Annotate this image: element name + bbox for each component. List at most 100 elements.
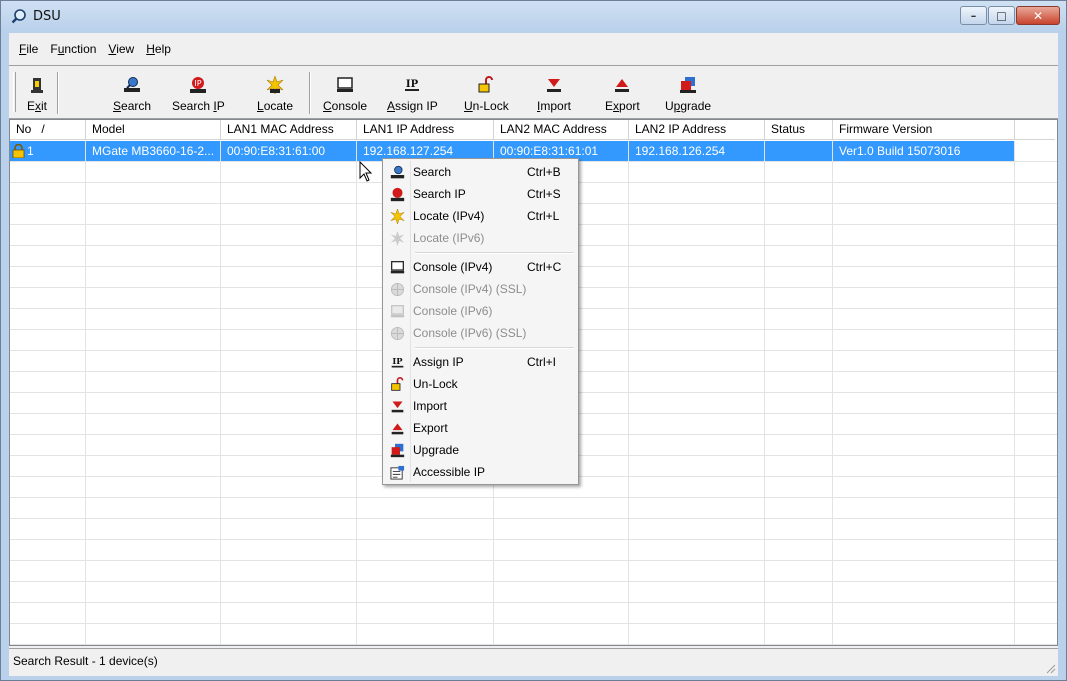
empty-cell	[1015, 225, 1055, 245]
context-item-upgrade[interactable]: Upgrade	[385, 439, 576, 461]
upgrade-icon	[678, 74, 698, 96]
empty-cell	[10, 204, 86, 224]
unlock-button[interactable]: Un-Lock	[464, 70, 509, 116]
empty-cell	[10, 624, 86, 644]
import-icon	[389, 398, 405, 414]
empty-cell	[10, 603, 86, 623]
mouse-cursor-icon	[359, 161, 373, 182]
empty-cell	[765, 624, 833, 644]
resize-grip-icon[interactable]	[1044, 662, 1056, 674]
empty-cell	[833, 414, 1015, 434]
svg-text:IP: IP	[406, 79, 419, 90]
context-item-search-ip[interactable]: Search IP Ctrl+S	[385, 183, 576, 205]
empty-cell	[1015, 498, 1055, 518]
exit-button[interactable]: Exit	[27, 70, 47, 116]
toolbar-separator	[57, 72, 59, 114]
empty-cell	[357, 624, 494, 644]
empty-row	[10, 561, 1057, 582]
column-header-firmware[interactable]: Firmware Version	[833, 120, 1015, 140]
context-item-unlock[interactable]: Un-Lock	[385, 373, 576, 395]
cell-firmware: Ver1.0 Build 15073016	[833, 141, 1015, 161]
empty-cell	[765, 267, 833, 287]
empty-cell	[629, 540, 765, 560]
empty-cell	[10, 246, 86, 266]
context-item-locate-ipv4[interactable]: Locate (IPv4) Ctrl+L	[385, 205, 576, 227]
empty-cell	[629, 414, 765, 434]
title-bar[interactable]: DSU – □ ✕	[1, 1, 1066, 33]
close-button[interactable]: ✕	[1016, 6, 1060, 25]
empty-cell	[833, 372, 1015, 392]
empty-cell	[629, 624, 765, 644]
empty-cell	[221, 162, 357, 182]
empty-cell	[357, 498, 494, 518]
empty-cell	[765, 162, 833, 182]
empty-cell	[494, 498, 629, 518]
menu-view[interactable]: View	[102, 42, 140, 56]
empty-cell	[1015, 309, 1055, 329]
empty-cell	[1015, 603, 1055, 623]
console-icon	[389, 303, 405, 319]
context-item-import[interactable]: Import	[385, 395, 576, 417]
menu-help[interactable]: Help	[140, 42, 177, 56]
empty-cell	[357, 540, 494, 560]
context-item-accessible-ip[interactable]: Accessible IP	[385, 461, 576, 483]
unlock-label: Un-Lock	[464, 99, 509, 113]
search-ip-button[interactable]: IP Search IP	[172, 70, 225, 116]
empty-cell	[833, 624, 1015, 644]
upgrade-icon	[389, 442, 405, 458]
minimize-button[interactable]: –	[960, 6, 987, 25]
export-icon	[612, 74, 632, 96]
maximize-button[interactable]: □	[988, 6, 1015, 25]
empty-cell	[86, 624, 221, 644]
empty-cell	[86, 204, 221, 224]
context-item-export[interactable]: Export	[385, 417, 576, 439]
context-item-search[interactable]: Search Ctrl+B	[385, 161, 576, 183]
search-button[interactable]: Search	[113, 70, 151, 116]
context-item-assign-ip[interactable]: IP Assign IP Ctrl+I	[385, 351, 576, 373]
context-item-console-ipv4[interactable]: Console (IPv4) Ctrl+C	[385, 256, 576, 278]
locate-icon	[389, 208, 405, 224]
empty-cell	[221, 225, 357, 245]
console-icon	[335, 74, 355, 96]
empty-cell	[221, 246, 357, 266]
empty-cell	[629, 498, 765, 518]
empty-cell	[833, 393, 1015, 413]
empty-cell	[765, 456, 833, 476]
empty-cell	[86, 288, 221, 308]
empty-cell	[765, 540, 833, 560]
empty-cell	[765, 330, 833, 350]
menu-file[interactable]: File	[13, 42, 44, 56]
empty-cell	[221, 267, 357, 287]
empty-cell	[10, 288, 86, 308]
console-button[interactable]: Console	[323, 70, 367, 116]
empty-cell	[1015, 477, 1055, 497]
export-button[interactable]: Export	[605, 70, 640, 116]
column-header-no[interactable]: No /	[10, 120, 86, 140]
context-item-console-ipv6-ssl: Console (IPv6) (SSL)	[385, 322, 576, 344]
column-header-lan1-ip[interactable]: LAN1 IP Address	[357, 120, 494, 140]
search-ip-icon: IP	[188, 74, 208, 96]
menu-function[interactable]: Function	[44, 42, 102, 56]
empty-cell	[357, 582, 494, 602]
column-header-lan2-ip[interactable]: LAN2 IP Address	[629, 120, 765, 140]
empty-cell	[765, 204, 833, 224]
toolbar-grip[interactable]	[13, 72, 16, 112]
column-header-model[interactable]: Model	[86, 120, 221, 140]
locate-button[interactable]: Locate	[257, 70, 293, 116]
menu-bar: File Function View Help	[9, 39, 177, 59]
empty-cell	[1015, 456, 1055, 476]
cell-filler	[1015, 141, 1055, 161]
import-button[interactable]: Import	[537, 70, 571, 116]
column-header-status[interactable]: Status	[765, 120, 833, 140]
empty-cell	[86, 267, 221, 287]
search-icon	[122, 74, 142, 96]
empty-cell	[10, 330, 86, 350]
upgrade-label: Upgrade	[665, 99, 712, 113]
assign-ip-button[interactable]: IP Assign IP	[387, 70, 438, 116]
column-header-lan2-mac[interactable]: LAN2 MAC Address	[494, 120, 629, 140]
column-header-lan1-mac[interactable]: LAN1 MAC Address	[221, 120, 357, 140]
empty-cell	[833, 435, 1015, 455]
empty-cell	[221, 351, 357, 371]
locate-icon	[265, 74, 285, 96]
upgrade-button[interactable]: Upgrade	[665, 70, 711, 116]
